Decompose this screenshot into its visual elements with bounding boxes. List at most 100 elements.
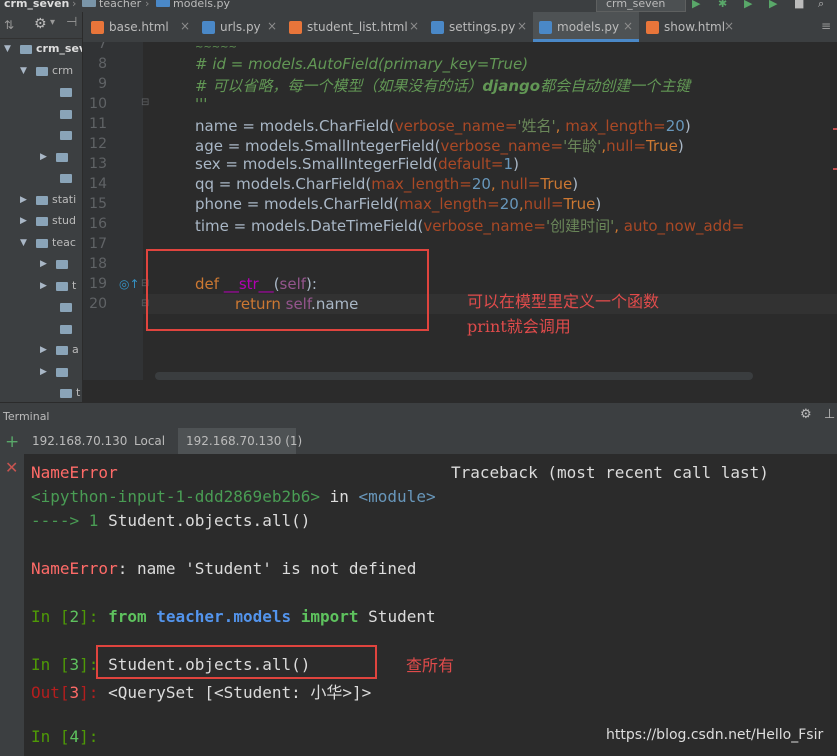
tab-base-html[interactable]: base.html × [85, 12, 195, 42]
line-number: 16 [89, 216, 107, 232]
terminal-line: <ipython-input-1-ddd2869eb2b6> in <modul… [31, 487, 436, 506]
hide-panel-icon[interactable]: ⊥ [824, 407, 835, 422]
tree-item-label: stati [52, 192, 77, 206]
debug-icon[interactable]: ✱ [718, 0, 727, 10]
hide-panel-icon[interactable]: ⊣ [66, 15, 77, 30]
chevron-right-icon[interactable]: ▶ [40, 367, 47, 377]
code-line-10: ''' [195, 95, 208, 113]
editor-tab-bar: base.html × urls.py × student_list.html … [83, 12, 837, 43]
chevron-right-icon[interactable]: ▶ [20, 216, 27, 226]
close-icon[interactable]: × [180, 19, 190, 33]
tree-item[interactable]: ▼ crm [0, 62, 82, 82]
tree-item[interactable] [0, 320, 82, 340]
gear-icon[interactable]: ⚙ [34, 16, 47, 32]
coverage-icon[interactable]: ▶ [744, 0, 752, 10]
tree-item-label: stud [52, 214, 76, 227]
gear-icon[interactable]: ⚙ [800, 407, 812, 422]
tab-label: base.html [109, 20, 169, 34]
annotation-print-calls: print就会调用 [467, 317, 571, 336]
folder-icon [60, 389, 72, 398]
tree-item[interactable]: t [0, 384, 82, 404]
tree-item-label: a [72, 343, 79, 356]
chevron-down-icon[interactable]: ▼ [20, 66, 27, 76]
tree-item[interactable]: ▶ [0, 148, 82, 168]
tab-overflow-icon[interactable]: ≡ [821, 19, 831, 33]
line-number: 17 [89, 236, 107, 252]
terminal-line: In [4]: [31, 727, 99, 746]
code-editor[interactable]: 7 8 9 10 11 12 13 14 15 16 17 18 19 20 ◎↑ ⊟ ⊟ ⊟ ~~~~~… [83, 42, 837, 380]
tree-item[interactable]: ▶ a [0, 341, 82, 361]
tab-show-html[interactable]: show.html × [640, 12, 740, 42]
chevron-right-icon[interactable]: ▶ [40, 259, 47, 269]
tree-item[interactable] [0, 298, 82, 318]
tree-item[interactable]: ▶ stati [0, 191, 82, 211]
line-number: 14 [89, 176, 107, 192]
close-icon[interactable]: × [409, 19, 419, 33]
chevron-right-icon[interactable]: ▶ [20, 195, 27, 205]
chevron-right-icon[interactable]: ▶ [40, 281, 47, 291]
folder-icon [36, 195, 48, 205]
chevron-down-icon[interactable]: ▼ [4, 44, 11, 54]
watermark: https://blog.csdn.net/Hello_Fsir [606, 727, 824, 743]
tree-item[interactable] [0, 105, 82, 125]
tab-models-py[interactable]: models.py × [533, 12, 639, 42]
breadcrumb-file[interactable]: models.py [173, 0, 230, 10]
terminal-tab-remote-1[interactable]: 192.168.70.130 (1) [178, 428, 302, 454]
close-session-icon[interactable]: ✕ [5, 458, 18, 477]
breadcrumb-folder[interactable]: teacher [99, 0, 141, 10]
error-stripe-mark[interactable] [833, 128, 837, 130]
horizontal-scrollbar[interactable] [155, 372, 753, 380]
breadcrumb-project[interactable]: crm_seven [4, 0, 69, 10]
new-session-icon[interactable]: + [5, 432, 19, 452]
tab-student-list-html[interactable]: student_list.html × [283, 12, 424, 42]
terminal-line: ----> 1 Student.objects.all() [31, 511, 311, 530]
chevron-down-icon[interactable]: ▼ [20, 238, 27, 248]
tree-item[interactable] [0, 169, 82, 189]
folder-icon [82, 0, 96, 7]
close-icon[interactable]: × [724, 19, 734, 33]
override-gutter-icon[interactable]: ◎↑ [119, 277, 140, 291]
code-line-12: age = models.SmallIntegerField(verbose_n… [195, 137, 684, 155]
run-icon[interactable]: ▶ [692, 0, 700, 10]
annotation-define-function: 可以在模型里定义一个函数 [467, 292, 660, 311]
close-icon[interactable]: × [517, 19, 527, 33]
code-line-8: # id = models.AutoField(primary_key=True… [195, 55, 529, 73]
line-number: 8 [98, 56, 107, 72]
terminal-tab-remote[interactable]: 192.168.70.130 [24, 428, 127, 454]
tab-label: show.html [664, 20, 726, 34]
chevron-right-icon[interactable]: ▶ [40, 152, 47, 162]
fold-icon[interactable]: ⊟ [141, 97, 149, 108]
tree-item[interactable] [0, 126, 82, 146]
tree-item[interactable]: ▼ crm_sev [0, 40, 82, 60]
code-line-11: name = models.CharField(verbose_name='姓名… [195, 117, 691, 135]
collapse-icon[interactable]: ⇅ [4, 18, 14, 32]
error-stripe-mark[interactable] [833, 168, 837, 170]
code-line-7: ~~~~~ [195, 42, 237, 53]
profile-icon[interactable]: ▶ [769, 0, 777, 10]
project-toolbar: ⇅ ⚙ ▾ ⊣ [0, 12, 82, 39]
tree-item[interactable]: ▶ t [0, 277, 82, 297]
code-line-16: time = models.DateTimeField(verbose_name… [195, 217, 745, 235]
terminal-line: NameError [31, 463, 118, 482]
tab-label: urls.py [220, 20, 261, 34]
close-icon[interactable]: × [267, 19, 277, 33]
tab-urls-py[interactable]: urls.py × [196, 12, 282, 42]
stop-icon[interactable]: ■ [794, 0, 804, 10]
tree-item[interactable] [0, 83, 82, 103]
tree-item[interactable]: ▼ teac [0, 234, 82, 254]
search-icon[interactable]: ⌕ [818, 0, 824, 11]
navigation-bar: crm_seven › teacher › models.py crm_seve… [0, 0, 837, 12]
tree-item[interactable]: ▶ [0, 363, 82, 383]
tree-item[interactable]: ▶ [0, 255, 82, 275]
terminal-tab-local[interactable]: Local [126, 428, 177, 454]
folder-icon [20, 45, 32, 54]
terminal-output[interactable]: NameError Traceback (most recent call la… [24, 454, 837, 756]
terminal-header: Terminal ⚙ ⊥ [0, 402, 837, 429]
chevron-down-icon[interactable]: ▾ [50, 17, 55, 28]
tree-item-label: t [72, 278, 77, 292]
tab-settings-py[interactable]: settings.py × [425, 12, 532, 42]
close-icon[interactable]: × [623, 19, 633, 33]
chevron-right-icon[interactable]: ▶ [40, 345, 47, 355]
tree-item[interactable]: ▶ stud [0, 212, 82, 232]
terminal-line: In [2]: from teacher.models import Stude… [31, 607, 436, 626]
